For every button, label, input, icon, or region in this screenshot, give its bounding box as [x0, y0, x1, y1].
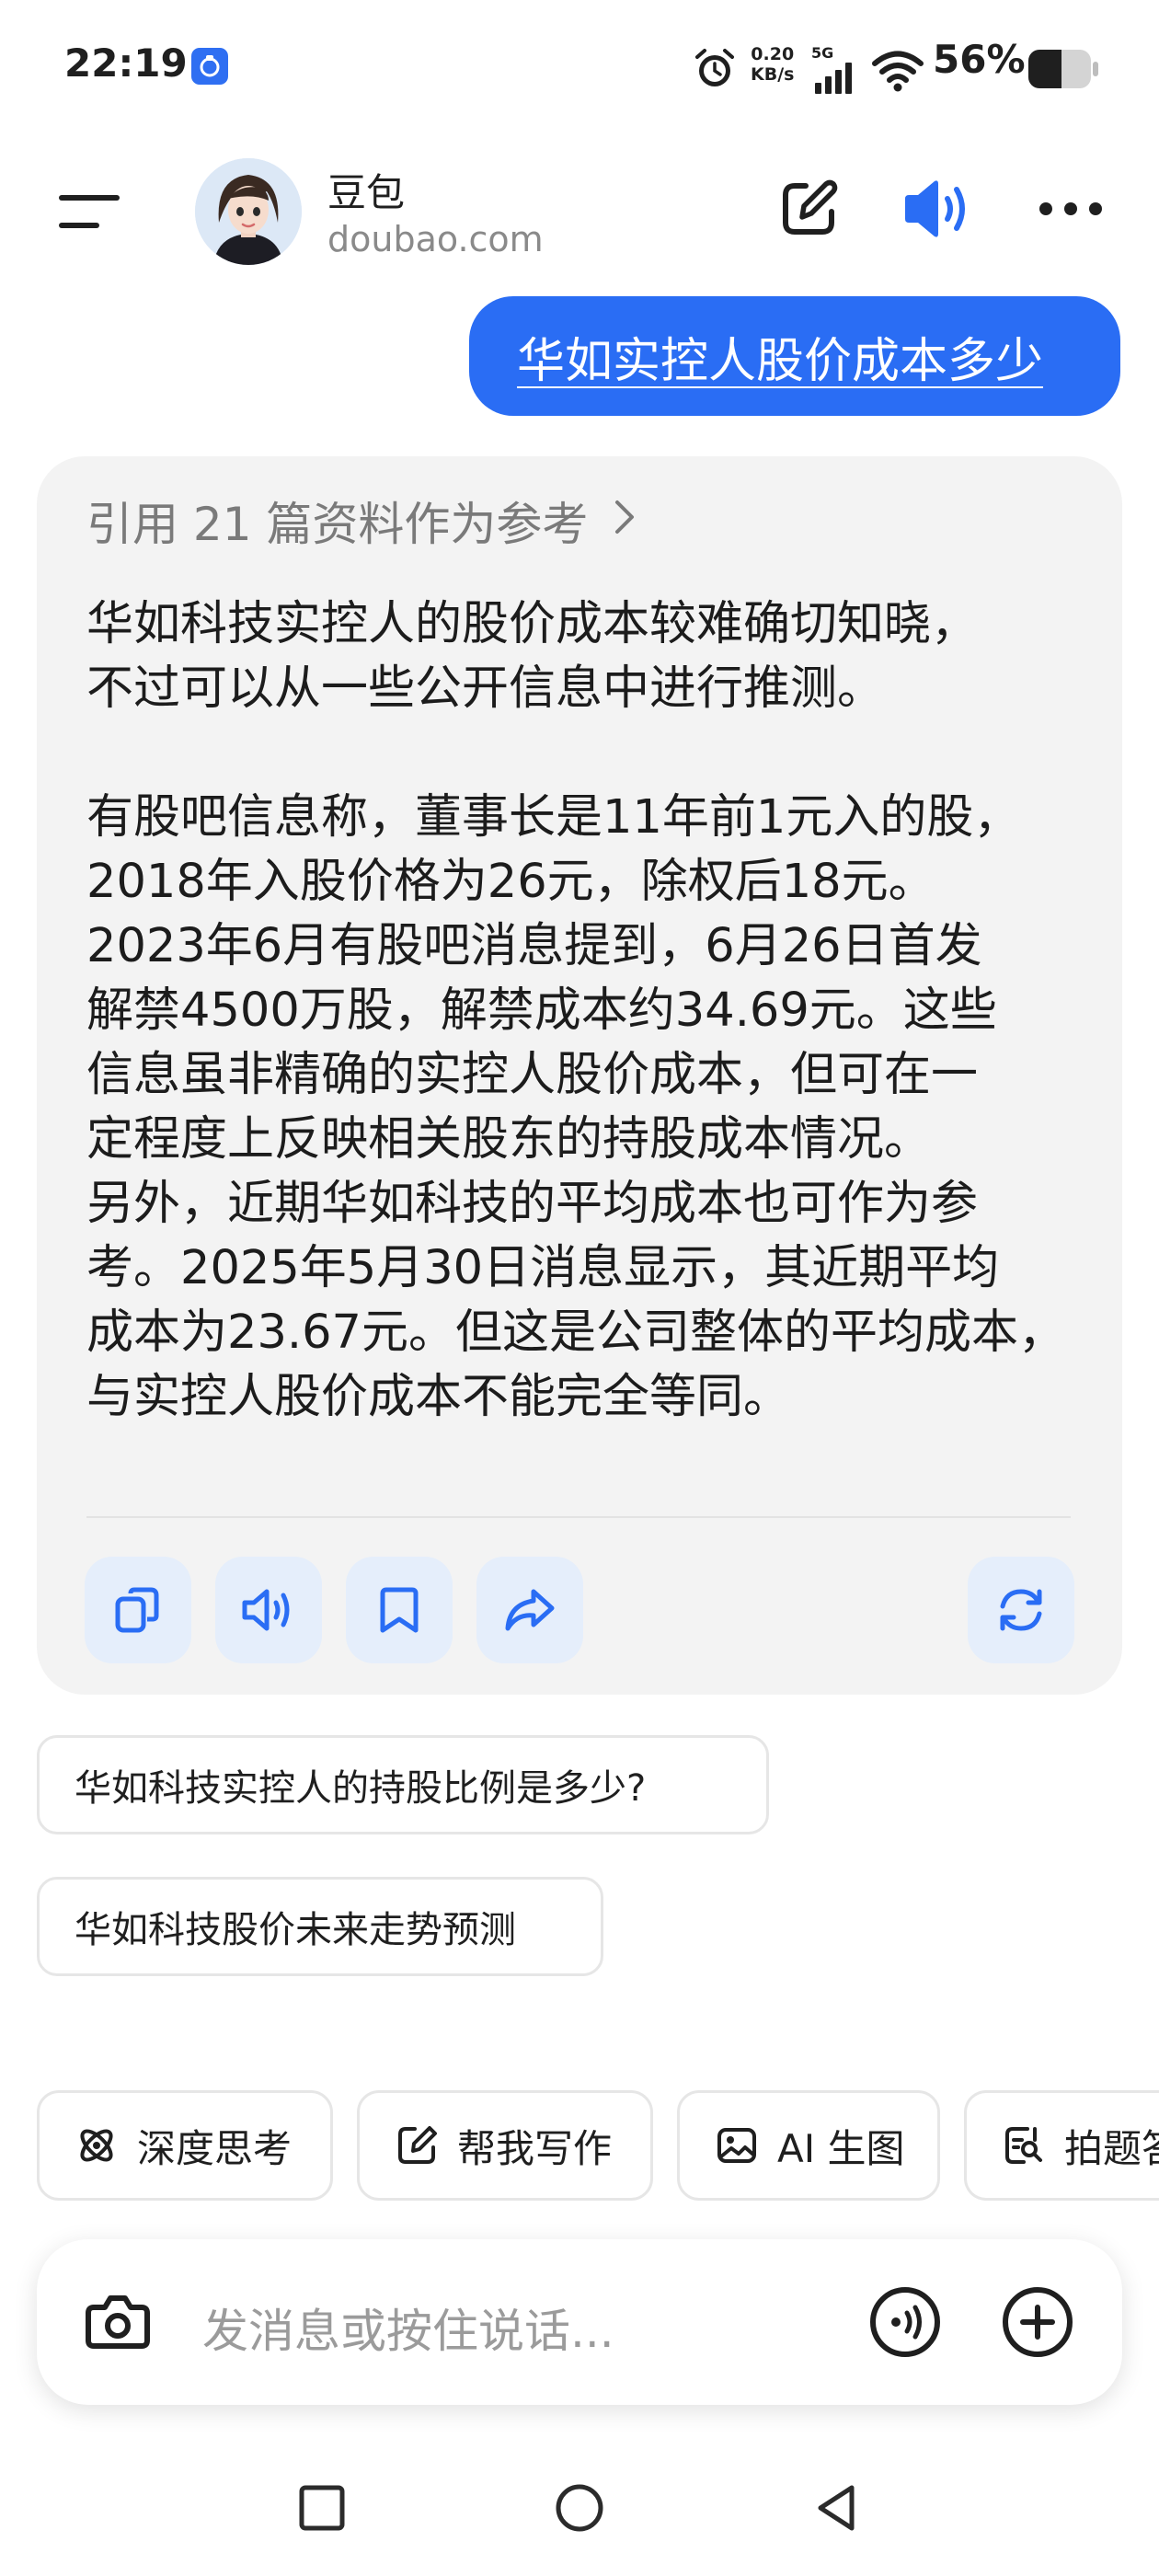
- network-speed-unit: KB/s: [751, 64, 795, 85]
- new-chat-button[interactable]: [778, 178, 839, 239]
- network-speed: 0.20 KB/s: [751, 44, 794, 85]
- user-message-bubble[interactable]: 华如实控人股价成本多少: [469, 296, 1120, 416]
- tool-photo-solve[interactable]: 拍题答: [964, 2090, 1159, 2201]
- image-icon: [717, 2128, 756, 2163]
- back-button[interactable]: [811, 2482, 863, 2534]
- home-button[interactable]: [554, 2482, 605, 2534]
- answer-paragraph: 有股吧信息称，董事长是11年前1元入的股， 2018年入股价格为26元，除权后1…: [86, 790, 1021, 1167]
- battery-icon: [1028, 50, 1098, 88]
- bookmark-icon: [380, 1587, 419, 1633]
- camera-icon[interactable]: [81, 2285, 155, 2359]
- tool-label: AI 生图: [777, 2125, 905, 2171]
- tool-label: 拍题答: [1064, 2125, 1159, 2171]
- back-triangle-icon: [818, 2485, 855, 2531]
- wifi-icon: [872, 51, 924, 92]
- alarm-icon: [695, 49, 734, 86]
- status-indicators: 0.20 KB/s 5G 56%: [692, 37, 1115, 101]
- network-type: 5G: [811, 44, 834, 62]
- recent-apps-button[interactable]: [296, 2482, 348, 2534]
- message-input[interactable]: 发消息或按住说话...: [202, 2294, 614, 2361]
- tool-label: 深度思考: [137, 2125, 293, 2171]
- answer-card: 引用 21 篇资料作为参考 华如科技实控人的股价成本较难确切知晓， 不过可以从一…: [37, 456, 1122, 1695]
- answer-paragraph: 华如科技实控人的股价成本较难确切知晓， 不过可以从一些公开信息中进行推测。: [86, 597, 979, 716]
- user-message-text[interactable]: 华如实控人股价成本多少: [517, 322, 1043, 391]
- more-button[interactable]: [1038, 195, 1104, 223]
- bookmark-button[interactable]: [346, 1557, 453, 1663]
- suggested-question-text: 华如科技股价未来走势预测: [75, 1909, 516, 1951]
- status-time: 22:19: [64, 40, 188, 86]
- tool-label: 帮我写作: [457, 2125, 613, 2171]
- answer-paragraph: 另外，近期华如科技的平均成本也可作为参 考。2025年5月30日消息显示，其近期…: [86, 1177, 1066, 1424]
- regenerate-button[interactable]: [968, 1557, 1074, 1663]
- circle-icon: [556, 2484, 603, 2532]
- avatar[interactable]: [195, 158, 302, 265]
- menu-icon: [59, 195, 120, 228]
- share-button[interactable]: [476, 1557, 583, 1663]
- network-speed-value: 0.20: [751, 44, 795, 64]
- plus-icon[interactable]: [1001, 2285, 1074, 2359]
- atom-icon: [80, 2129, 113, 2162]
- suggested-question[interactable]: 华如科技股价未来走势预测: [37, 1877, 603, 1976]
- voice-call-icon[interactable]: [868, 2285, 942, 2359]
- notification-app-icon: [191, 48, 228, 85]
- menu-button[interactable]: [59, 191, 120, 232]
- regenerate-icon: [1000, 1589, 1042, 1631]
- bot-domain: doubao.com: [327, 219, 544, 259]
- scan-icon: [1005, 2127, 1042, 2164]
- tool-deep-thinking[interactable]: 深度思考: [37, 2090, 333, 2201]
- read-aloud-icon: [242, 1589, 290, 1631]
- copy-icon: [115, 1587, 159, 1633]
- suggested-question-text: 华如科技实控人的持股比例是多少?: [75, 1767, 647, 1810]
- read-aloud-button[interactable]: [215, 1557, 322, 1663]
- avatar-image: [195, 158, 302, 265]
- share-icon: [505, 1589, 555, 1631]
- square-icon: [299, 2485, 345, 2531]
- chevron-right-icon: [614, 496, 636, 546]
- more-icon: [1039, 202, 1102, 215]
- references-label: 引用 21 篇资料作为参考: [86, 498, 589, 551]
- voice-playback-button[interactable]: [900, 177, 970, 241]
- edit-icon: [783, 179, 838, 235]
- copy-button[interactable]: [85, 1557, 191, 1663]
- divider: [86, 1516, 1071, 1518]
- bot-name: 豆包: [327, 170, 406, 215]
- battery-percent: 56%: [933, 37, 1026, 82]
- signal-icon: [815, 63, 852, 94]
- tool-writing[interactable]: 帮我写作: [357, 2090, 653, 2201]
- message-input-bar: 发消息或按住说话...: [37, 2239, 1122, 2405]
- pen-icon: [398, 2126, 437, 2164]
- suggested-question[interactable]: 华如科技实控人的持股比例是多少?: [37, 1735, 769, 1834]
- tool-ai-image[interactable]: AI 生图: [677, 2090, 940, 2201]
- references-link[interactable]: 引用 21 篇资料作为参考: [86, 493, 636, 551]
- speaker-icon: [905, 180, 965, 237]
